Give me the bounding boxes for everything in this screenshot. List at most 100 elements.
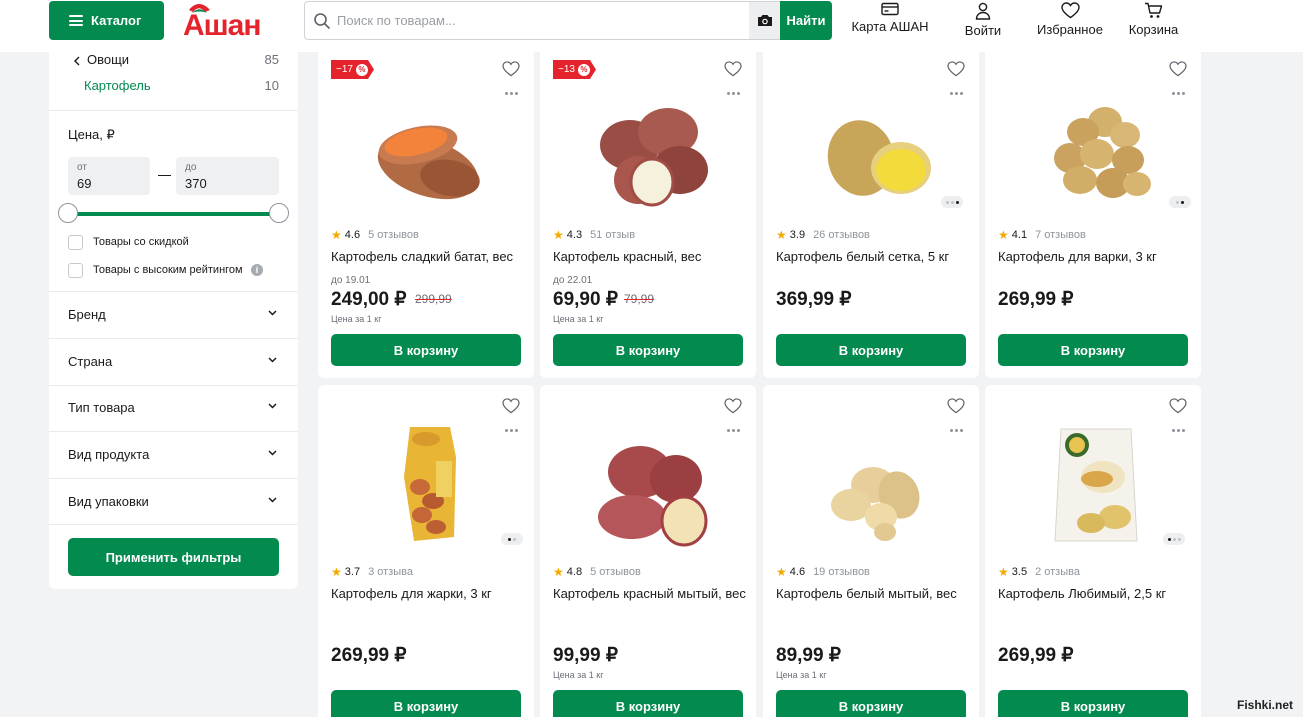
- favorite-heart-icon[interactable]: [724, 61, 742, 77]
- site-header: Каталог Ашан Найти Карта АШАН Войти Избр…: [0, 0, 1303, 52]
- find-button[interactable]: Найти: [780, 1, 832, 40]
- product-name[interactable]: Картофель для варки, 3 кг: [998, 247, 1193, 266]
- product-rating: ★ 3.7 3 отзыва: [331, 565, 413, 579]
- favorite-heart-icon[interactable]: [947, 61, 965, 77]
- category-label: Овощи: [87, 52, 130, 67]
- facet-product-type[interactable]: Тип товара: [49, 385, 298, 431]
- price-from-value: 69: [77, 176, 92, 191]
- nav-cart[interactable]: Корзина: [1127, 0, 1180, 46]
- nav-auchan-card[interactable]: Карта АШАН: [851, 0, 929, 46]
- high-rating-checkbox[interactable]: [68, 263, 83, 278]
- info-icon[interactable]: i: [251, 264, 263, 276]
- promo-until: до 22.01: [553, 275, 593, 286]
- favorite-heart-icon[interactable]: [502, 61, 520, 77]
- user-icon: [975, 2, 991, 20]
- nav-login[interactable]: Войти: [962, 0, 1004, 46]
- favorite-heart-icon[interactable]: [1169, 61, 1187, 77]
- add-to-cart-button[interactable]: В корзину: [331, 334, 521, 366]
- favorite-heart-icon[interactable]: [947, 398, 965, 414]
- image-carousel-indicator[interactable]: [1163, 533, 1185, 545]
- product-rating: ★ 4.3 51 отзыв: [553, 228, 636, 242]
- more-options-icon[interactable]: [727, 429, 740, 432]
- product-name[interactable]: Картофель для жарки, 3 кг: [331, 584, 526, 603]
- apply-filters-button[interactable]: Применить фильтры: [68, 538, 279, 576]
- nav-favorites[interactable]: Избранное: [1036, 0, 1104, 46]
- price-slider-track[interactable]: [68, 212, 279, 216]
- category-current-potato[interactable]: Картофель 10: [49, 78, 298, 98]
- price-slider-min-handle[interactable]: [58, 203, 78, 223]
- more-options-icon[interactable]: [950, 429, 963, 432]
- price-slider-max-handle[interactable]: [269, 203, 289, 223]
- watermark: Fishki.net: [1237, 698, 1294, 712]
- facet-brand[interactable]: Бренд: [49, 292, 298, 338]
- product-card[interactable]: ★ 3.5 2 отзыва Картофель Любимый, 2,5 кг 2…: [985, 385, 1201, 717]
- more-options-icon[interactable]: [950, 92, 963, 95]
- search-input[interactable]: [337, 2, 747, 39]
- product-rating: ★ 4.6 19 отзывов: [776, 565, 870, 579]
- favorite-heart-icon[interactable]: [502, 398, 520, 414]
- facet-label: Вид упаковки: [68, 494, 149, 509]
- add-to-cart-button[interactable]: В корзину: [776, 690, 966, 717]
- photo-search-button[interactable]: [749, 2, 780, 39]
- product-image-boiling-potato[interactable]: [1025, 80, 1165, 210]
- catalog-button[interactable]: Каталог: [49, 1, 164, 40]
- add-to-cart-button[interactable]: В корзину: [331, 690, 521, 717]
- product-card[interactable]: −17% ★ 4.6 5 отзывов Картофель сладкий бат…: [318, 48, 534, 378]
- product-image-frying-potato-bag[interactable]: [358, 417, 498, 547]
- range-dash: [158, 175, 171, 176]
- favorite-heart-icon[interactable]: [1169, 398, 1187, 414]
- product-card[interactable]: −13% ★ 4.3 51 отзыв Картофель красный, вес…: [540, 48, 756, 378]
- chevron-down-icon: [268, 497, 277, 503]
- more-options-icon[interactable]: [505, 92, 518, 95]
- more-options-icon[interactable]: [1172, 92, 1185, 95]
- image-carousel-indicator[interactable]: [1169, 196, 1191, 208]
- star-icon: ★: [553, 565, 564, 579]
- product-image-lyubimy-potato-bag[interactable]: [1025, 417, 1165, 547]
- add-to-cart-button[interactable]: В корзину: [553, 690, 743, 717]
- price-filter-title: Цена, ₽: [68, 127, 115, 142]
- price-to-label: до: [185, 162, 197, 173]
- chevron-down-icon: [268, 310, 277, 316]
- facet-country[interactable]: Страна: [49, 339, 298, 385]
- more-options-icon[interactable]: [505, 429, 518, 432]
- add-to-cart-button[interactable]: В корзину: [776, 334, 966, 366]
- product-image-white-washed-potato[interactable]: [803, 417, 943, 547]
- add-to-cart-button[interactable]: В корзину: [998, 334, 1188, 366]
- price-to-field[interactable]: до 370: [176, 157, 279, 195]
- favorite-heart-icon[interactable]: [724, 398, 742, 414]
- product-card[interactable]: ★ 3.7 3 отзыва Картофель для жарки, 3 кг 2…: [318, 385, 534, 717]
- category-parent-vegetables[interactable]: Овощи 85: [49, 52, 298, 72]
- product-name[interactable]: Картофель сладкий батат, вес: [331, 247, 526, 266]
- auchan-logo[interactable]: Ашан: [183, 2, 286, 38]
- facet-product-kind[interactable]: Вид продукта: [49, 432, 298, 478]
- more-options-icon[interactable]: [727, 92, 740, 95]
- product-card[interactable]: ★ 4.6 19 отзывов Картофель белый мытый, ве…: [763, 385, 979, 717]
- discount-checkbox[interactable]: [68, 235, 83, 250]
- facet-package-kind[interactable]: Вид упаковки: [49, 479, 298, 525]
- product-name[interactable]: Картофель красный мытый, вес: [553, 584, 748, 603]
- product-rating: ★ 4.6 5 отзывов: [331, 228, 419, 242]
- price-from-field[interactable]: от 69: [68, 157, 150, 195]
- price-unit: Цена за 1 кг: [553, 670, 604, 680]
- product-image-sweet-potato[interactable]: [358, 80, 498, 210]
- more-options-icon[interactable]: [1172, 429, 1185, 432]
- divider: [49, 110, 298, 111]
- add-to-cart-button[interactable]: В корзину: [553, 334, 743, 366]
- add-to-cart-button[interactable]: В корзину: [998, 690, 1188, 717]
- product-card[interactable]: ★ 4.8 5 отзывов Картофель красный мытый, в…: [540, 385, 756, 717]
- image-carousel-indicator[interactable]: [501, 533, 523, 545]
- product-card[interactable]: ★ 3.9 26 отзывов Картофель белый сетка, 5 …: [763, 48, 979, 378]
- product-name[interactable]: Картофель белый сетка, 5 кг: [776, 247, 971, 266]
- product-name[interactable]: Картофель Любимый, 2,5 кг: [998, 584, 1193, 603]
- nav-cart-label: Корзина: [1128, 22, 1179, 37]
- apply-filters-label: Применить фильтры: [105, 549, 242, 565]
- product-name[interactable]: Картофель красный, вес: [553, 247, 748, 266]
- product-image-white-potato[interactable]: [803, 80, 943, 210]
- product-image-red-potato[interactable]: [580, 80, 720, 210]
- image-carousel-indicator[interactable]: [941, 196, 963, 208]
- category-count: 85: [264, 52, 279, 67]
- product-image-red-washed-potato[interactable]: [580, 417, 720, 547]
- product-name[interactable]: Картофель белый мытый, вес: [776, 584, 971, 603]
- product-card[interactable]: ★ 4.1 7 отзывов Картофель для варки, 3 кг …: [985, 48, 1201, 378]
- find-button-label: Найти: [786, 13, 826, 28]
